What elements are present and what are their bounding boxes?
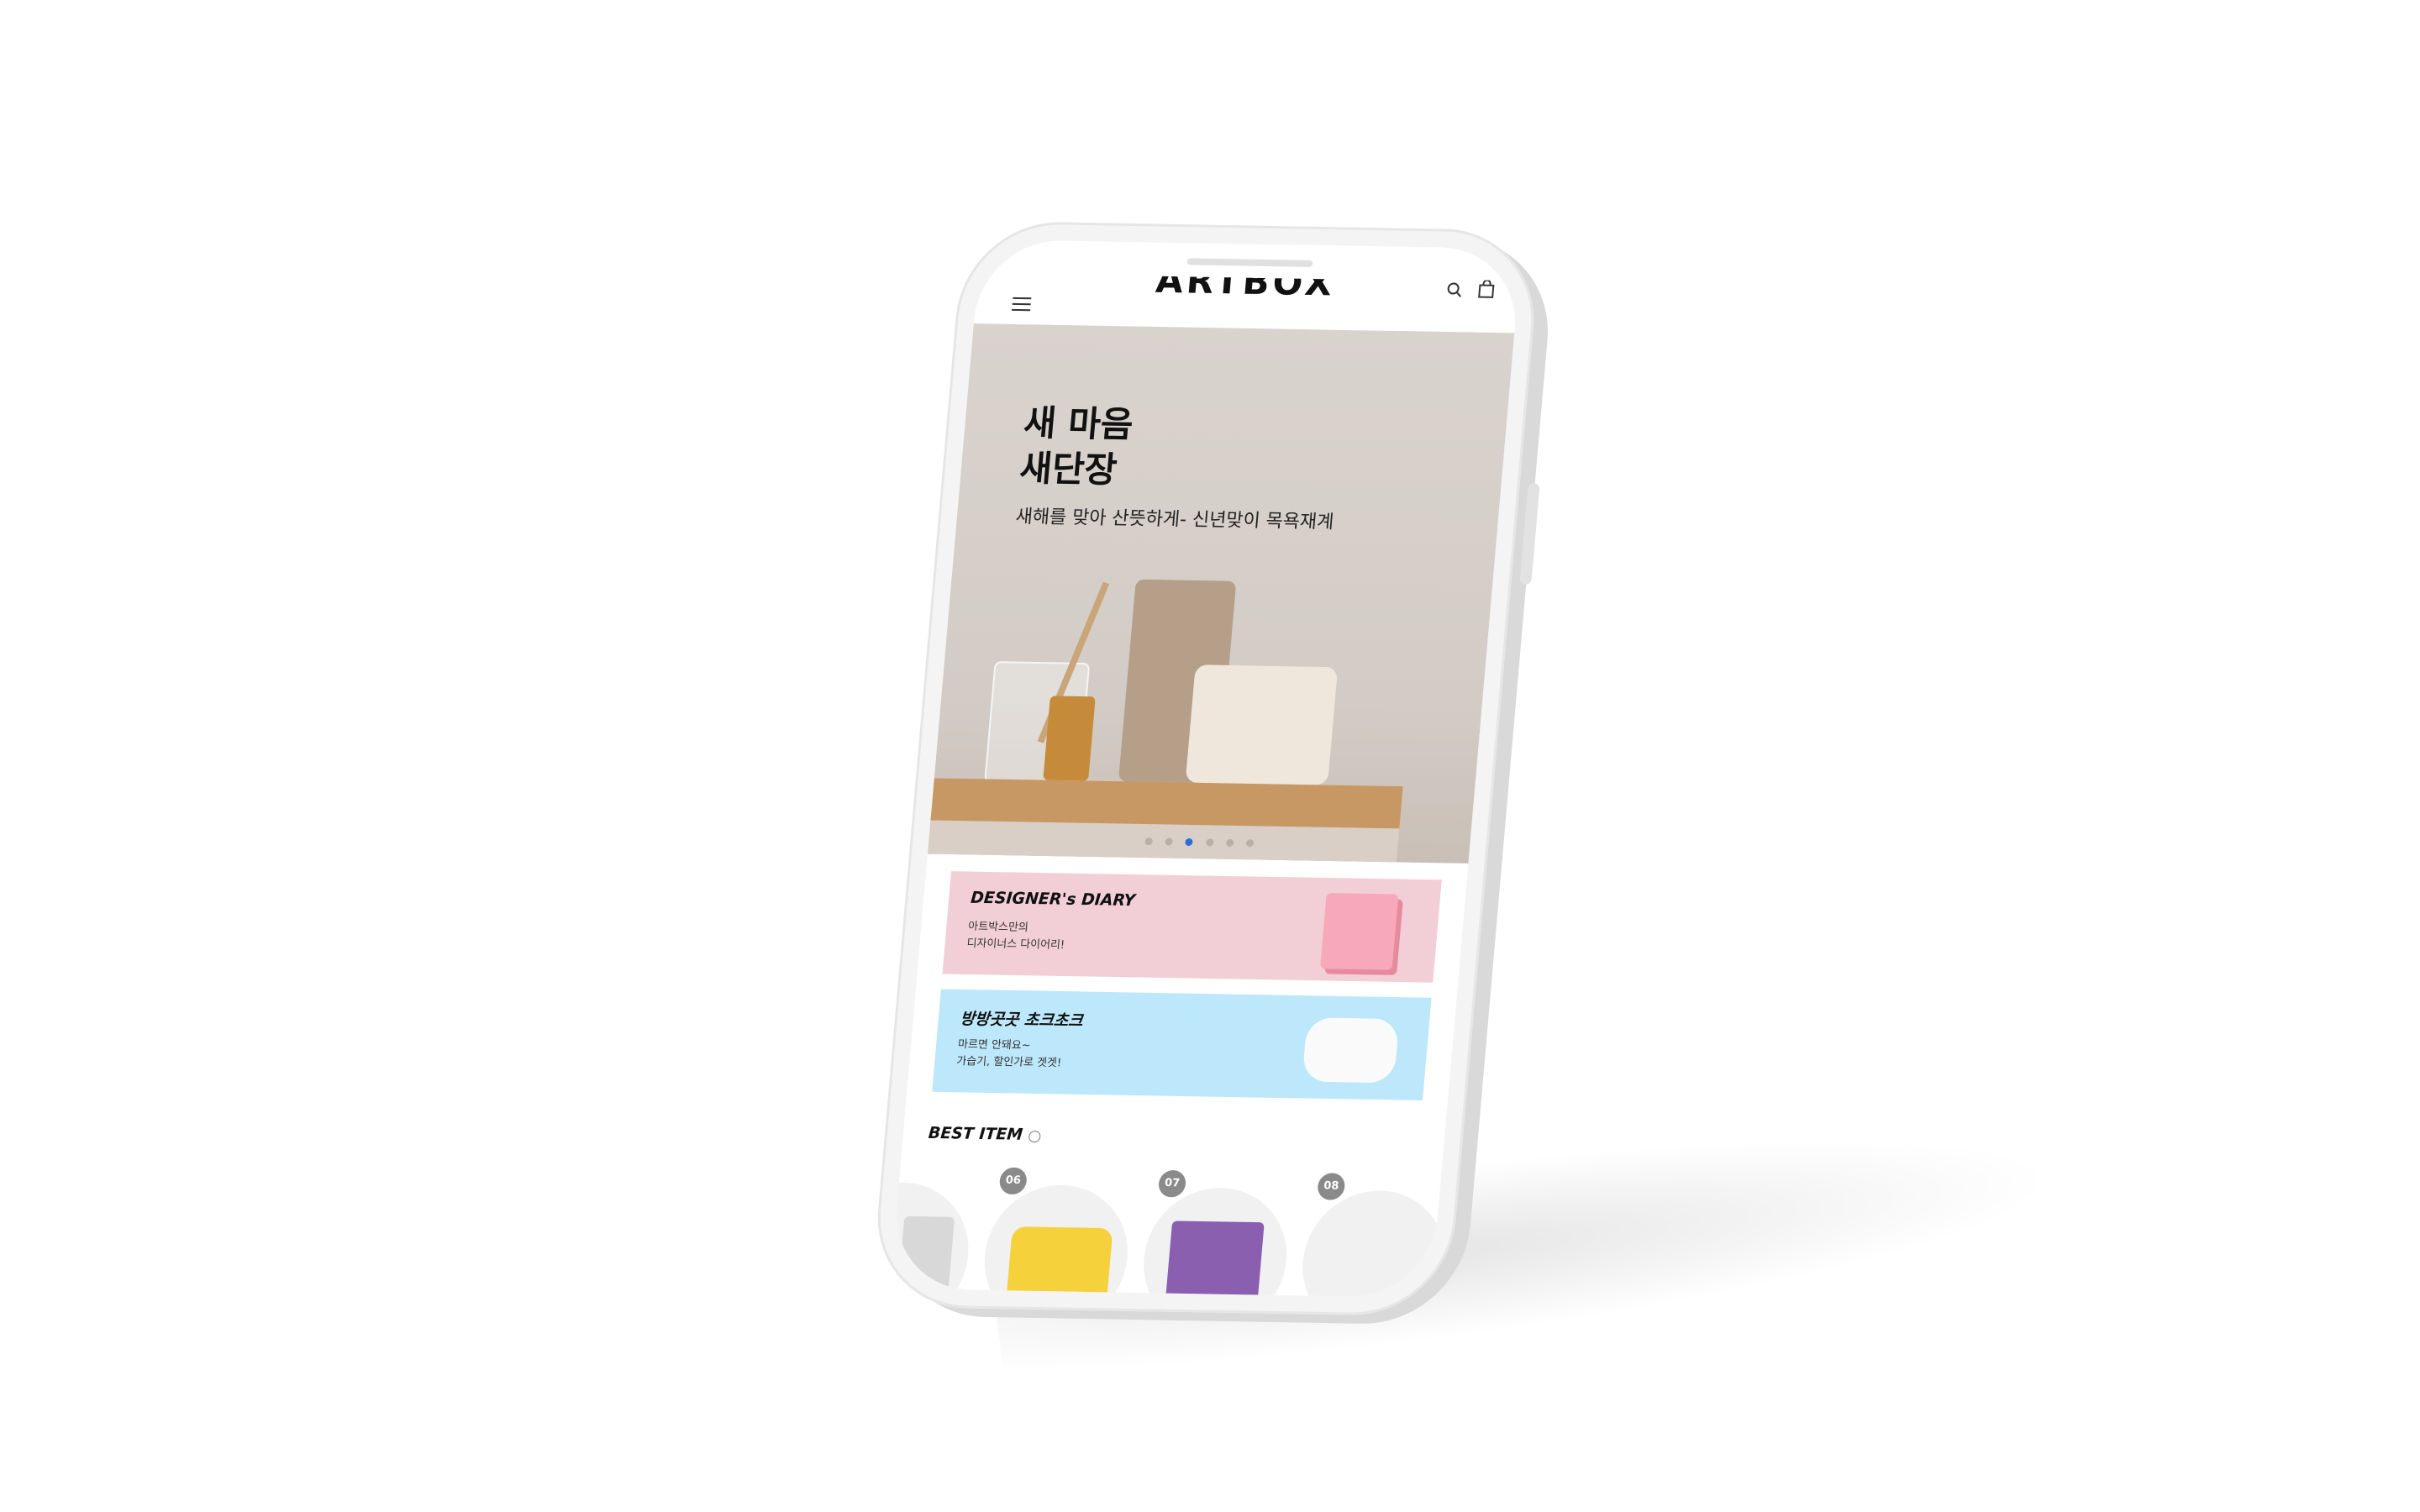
brand-logo[interactable]: ARTBOX — [1134, 276, 1355, 313]
carousel-dot[interactable] — [1245, 839, 1255, 848]
carousel-dot[interactable] — [1225, 838, 1234, 847]
hero-title: 새 마음 새단장 — [1018, 402, 1135, 491]
banner-description: 아트박스만의 디자이너스 다이어리! — [965, 920, 1065, 952]
best-item-heading: BEST ITEM — [927, 1123, 1024, 1144]
product-image — [895, 1215, 955, 1299]
product-image — [1005, 1226, 1113, 1299]
hamburger-menu-icon[interactable] — [1012, 297, 1032, 312]
banner-title: 방방곳곳 초크초크 — [959, 1009, 1084, 1031]
carousel-dot[interactable] — [1205, 838, 1214, 847]
humidifier-banner[interactable]: 방방곳곳 초크초크 마르면 안돼요~ 가습기, 할인가로 겟겟! — [932, 989, 1432, 1101]
phone-mockup: ARTBOX 새 마음 새단장 새해를 맞아 산뜻하게- 신년맞이 목욕재계 D… — [870, 220, 1556, 1326]
product-thumb-bg — [1297, 1189, 1452, 1299]
carousel-dot[interactable] — [1144, 837, 1154, 846]
hero-subtitle: 새해를 맞아 산뜻하게- 신년맞이 목욕재계 — [1014, 506, 1335, 533]
best-item-more-icon[interactable] — [1028, 1130, 1041, 1143]
humidifier-product-image — [1302, 1017, 1400, 1084]
best-item-card[interactable]: 08 — [1296, 1173, 1453, 1299]
speaker-notch — [1186, 258, 1313, 267]
best-item-card[interactable]: 06 — [978, 1167, 1135, 1299]
designers-diary-banner[interactable]: DESIGNER's DIARY 아트박스만의 디자이너스 다이어리! — [942, 871, 1442, 983]
banner-description: 마르면 안돼요~ 가습기, 할인가로 겟겟! — [955, 1038, 1062, 1070]
shopping-bag-icon[interactable] — [1477, 280, 1496, 298]
hero-banner[interactable]: 새 마음 새단장 새해를 맞아 산뜻하게- 신년맞이 목욕재계 — [927, 323, 1515, 864]
best-item-card[interactable]: 07 — [1137, 1169, 1294, 1299]
phone-body: ARTBOX 새 마음 새단장 새해를 맞아 산뜻하게- 신년맞이 목욕재계 D… — [870, 220, 1542, 1317]
carousel-dot-active[interactable] — [1185, 837, 1194, 847]
rank-badge: 08 — [1316, 1173, 1346, 1200]
hero-scrub-mitt-image — [1185, 664, 1339, 785]
hero-bottle-image — [1043, 696, 1096, 781]
search-icon[interactable] — [1445, 281, 1464, 298]
best-item-card[interactable] — [889, 1164, 976, 1299]
diary-product-image — [1319, 893, 1399, 970]
logo-text: ARTBOX — [1154, 276, 1338, 304]
app-header: ARTBOX — [974, 273, 1519, 333]
carousel-dot[interactable] — [1165, 837, 1174, 846]
phone-screen: ARTBOX 새 마음 새단장 새해를 맞아 산뜻하게- 신년맞이 목욕재계 D… — [889, 239, 1523, 1299]
banner-title: DESIGNER's DIARY — [970, 888, 1137, 911]
rank-badge: 06 — [998, 1167, 1028, 1195]
rank-badge: 07 — [1157, 1169, 1187, 1198]
product-image — [1162, 1221, 1265, 1299]
